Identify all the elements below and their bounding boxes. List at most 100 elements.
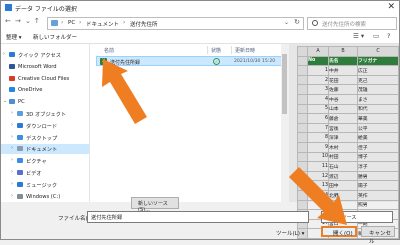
breadcrumb-documents[interactable]: ドキュメント: [86, 20, 119, 28]
sidebar-item[interactable]: Creative Cloud Files: [1, 74, 89, 84]
search-placeholder: 送付先住所の検索: [322, 22, 367, 28]
expand-chevron-icon[interactable]: ›: [11, 145, 13, 151]
file-row[interactable]: X 送付先住所録 ✓ 2021/10/30 15:20: [96, 56, 286, 66]
file-list: 名前 状態 更新日時 X 送付先住所録 ✓ 2021/10/30 15:20: [90, 44, 288, 202]
scrollbar-thumb[interactable]: [282, 54, 287, 114]
expand-chevron-icon[interactable]: ›: [11, 122, 13, 128]
row-number: [297, 113, 308, 124]
filename-field[interactable]: 送付先住所録 ⌄: [87, 211, 309, 223]
sheet-cell: まさ: [357, 93, 399, 105]
desktop-icon: [17, 134, 23, 140]
column-letter: [297, 46, 308, 57]
file-list-scrollbar[interactable]: [281, 44, 288, 202]
sheet-cell: 広正: [357, 65, 399, 76]
sheet-cell: 照男: [357, 199, 399, 211]
breadcrumb-current-folder[interactable]: 送付先住所: [130, 20, 158, 28]
open-button-label: 開く(O): [333, 231, 353, 237]
open-button[interactable]: 開く(O): [321, 226, 357, 237]
sidebar-item[interactable]: › Windows (C:): [1, 192, 89, 202]
sheet-cell: 村田: [328, 151, 358, 163]
recent-locations-icon[interactable]: ⌄: [25, 17, 31, 25]
sidebar-item-label: ビデオ: [26, 171, 42, 177]
cube-icon: [17, 111, 23, 116]
sheet-cell: 2: [307, 74, 329, 86]
sheet-header-cell: 氏名: [328, 55, 358, 67]
expand-chevron-icon[interactable]: ›: [11, 181, 13, 187]
refresh-icon[interactable]: ↻: [294, 18, 300, 26]
tools-menu-button[interactable]: ツール(L) ▾: [276, 229, 304, 237]
column-divider[interactable]: [231, 46, 232, 54]
sidebar-item-label: ダウンロード: [26, 123, 58, 130]
sidebar-item-label: PC: [18, 99, 25, 106]
chevron-down-icon[interactable]: ⌄: [284, 19, 289, 26]
breadcrumb-separator: ›: [79, 19, 82, 26]
row-number: [297, 132, 308, 143]
sheet-cell: 3: [307, 84, 329, 95]
cancel-button[interactable]: キャンセル: [361, 226, 395, 245]
sheet-cell: 7: [307, 122, 329, 134]
back-arrow-icon[interactable]: ←: [5, 17, 11, 25]
column-header-modified[interactable]: 更新日時: [235, 47, 255, 54]
expand-chevron-icon[interactable]: ›: [11, 134, 13, 140]
row-number: [297, 93, 308, 105]
sheet-cell: 石山: [328, 161, 358, 172]
forward-arrow-icon[interactable]: →: [15, 17, 21, 25]
chevron-down-icon[interactable]: ⌄: [325, 214, 390, 220]
file-name: 送付先住所録: [110, 60, 141, 66]
excel-icon: X: [100, 58, 107, 65]
help-icon[interactable]: ?: [387, 32, 390, 40]
sheet-cell: 9: [307, 141, 329, 153]
search-input[interactable]: 送付先住所の検索: [307, 17, 397, 30]
sidebar-item[interactable]: › クイック アクセス: [1, 50, 89, 60]
column-header-name[interactable]: 名前: [104, 47, 114, 54]
sheet-cell: 北野: [328, 189, 358, 201]
new-folder-button[interactable]: 新しいフォルダー: [33, 33, 77, 41]
chevron-down-icon[interactable]: ⌄: [91, 214, 306, 220]
file-type-select[interactable]: データ ソース ⌄: [321, 211, 393, 223]
sidebar-item[interactable]: Microsoft Word: [1, 62, 89, 72]
sheet-cell: 12: [307, 170, 329, 182]
sheet-cell: 華美: [357, 113, 399, 124]
sidebar-item[interactable]: › ピクチャ: [1, 156, 89, 166]
column-header-status[interactable]: 状態: [211, 47, 221, 54]
sheet-cell: 深津: [328, 132, 358, 143]
address-bar[interactable]: › PC › ドキュメント › 送付先住所 ⌄ ↻: [47, 17, 304, 30]
expand-chevron-icon[interactable]: ›: [3, 51, 5, 57]
search-icon: [312, 20, 318, 26]
sidebar-item[interactable]: OneDrive: [1, 85, 89, 95]
expand-chevron-icon[interactable]: ⌄: [3, 98, 7, 104]
sheet-cell: 淳子: [357, 161, 399, 172]
view-options-icon[interactable]: ☰ ▾: [353, 32, 364, 40]
expand-chevron-icon[interactable]: ›: [11, 157, 13, 163]
sheet-cell: 博子: [357, 151, 399, 163]
cancel-button-label: キャンセル: [369, 231, 392, 245]
toolbar: 整理 ▾ 新しいフォルダー ☰ ▾ ▭ ?: [1, 31, 399, 44]
organize-button[interactable]: 整理 ▾: [6, 33, 22, 41]
sidebar-item-label: デスクトップ: [26, 135, 58, 142]
sheet-cell: 絵美: [357, 132, 399, 143]
sidebar-item[interactable]: › ダウンロード: [1, 121, 89, 131]
expand-chevron-icon[interactable]: ›: [11, 169, 13, 175]
up-arrow-icon[interactable]: ↑: [34, 17, 40, 25]
preview-pane-icon[interactable]: ▭: [373, 32, 379, 40]
spreadsheet-preview: A B C No 氏名 フリガナ 1 中井 広正 2 花田 克己 3 佐藤 茂雄 4 中谷 まさ 5 山本 和代 6 藤倉華…: [297, 46, 399, 239]
sidebar-item[interactable]: › デスクトップ: [1, 133, 89, 143]
sidebar-item[interactable]: › ドキュメント: [1, 144, 89, 155]
column-divider[interactable]: [207, 46, 208, 54]
column-letter: A: [307, 46, 329, 57]
expand-chevron-icon[interactable]: ›: [11, 193, 13, 199]
new-source-button[interactable]: 新しいソース(S)...: [131, 197, 179, 213]
sheet-cell: 和代: [357, 103, 399, 115]
sidebar-item[interactable]: › 3D オブジェクト: [1, 109, 89, 119]
sheet-cell: 英作: [357, 189, 399, 201]
download-icon: [17, 122, 23, 128]
sidebar-item[interactable]: › ミュージック: [1, 180, 89, 190]
close-icon[interactable]: ✕: [387, 2, 395, 12]
sidebar-item-label: クイック アクセス: [18, 53, 61, 59]
file-modified-date: 2021/10/30 15:20: [234, 59, 276, 64]
expand-chevron-icon[interactable]: ›: [11, 110, 13, 116]
row-number: [297, 189, 308, 201]
sidebar-item[interactable]: › ビデオ: [1, 168, 89, 178]
breadcrumb-pc[interactable]: PC: [68, 20, 75, 26]
sidebar-item[interactable]: ⌄ PC: [1, 97, 89, 107]
